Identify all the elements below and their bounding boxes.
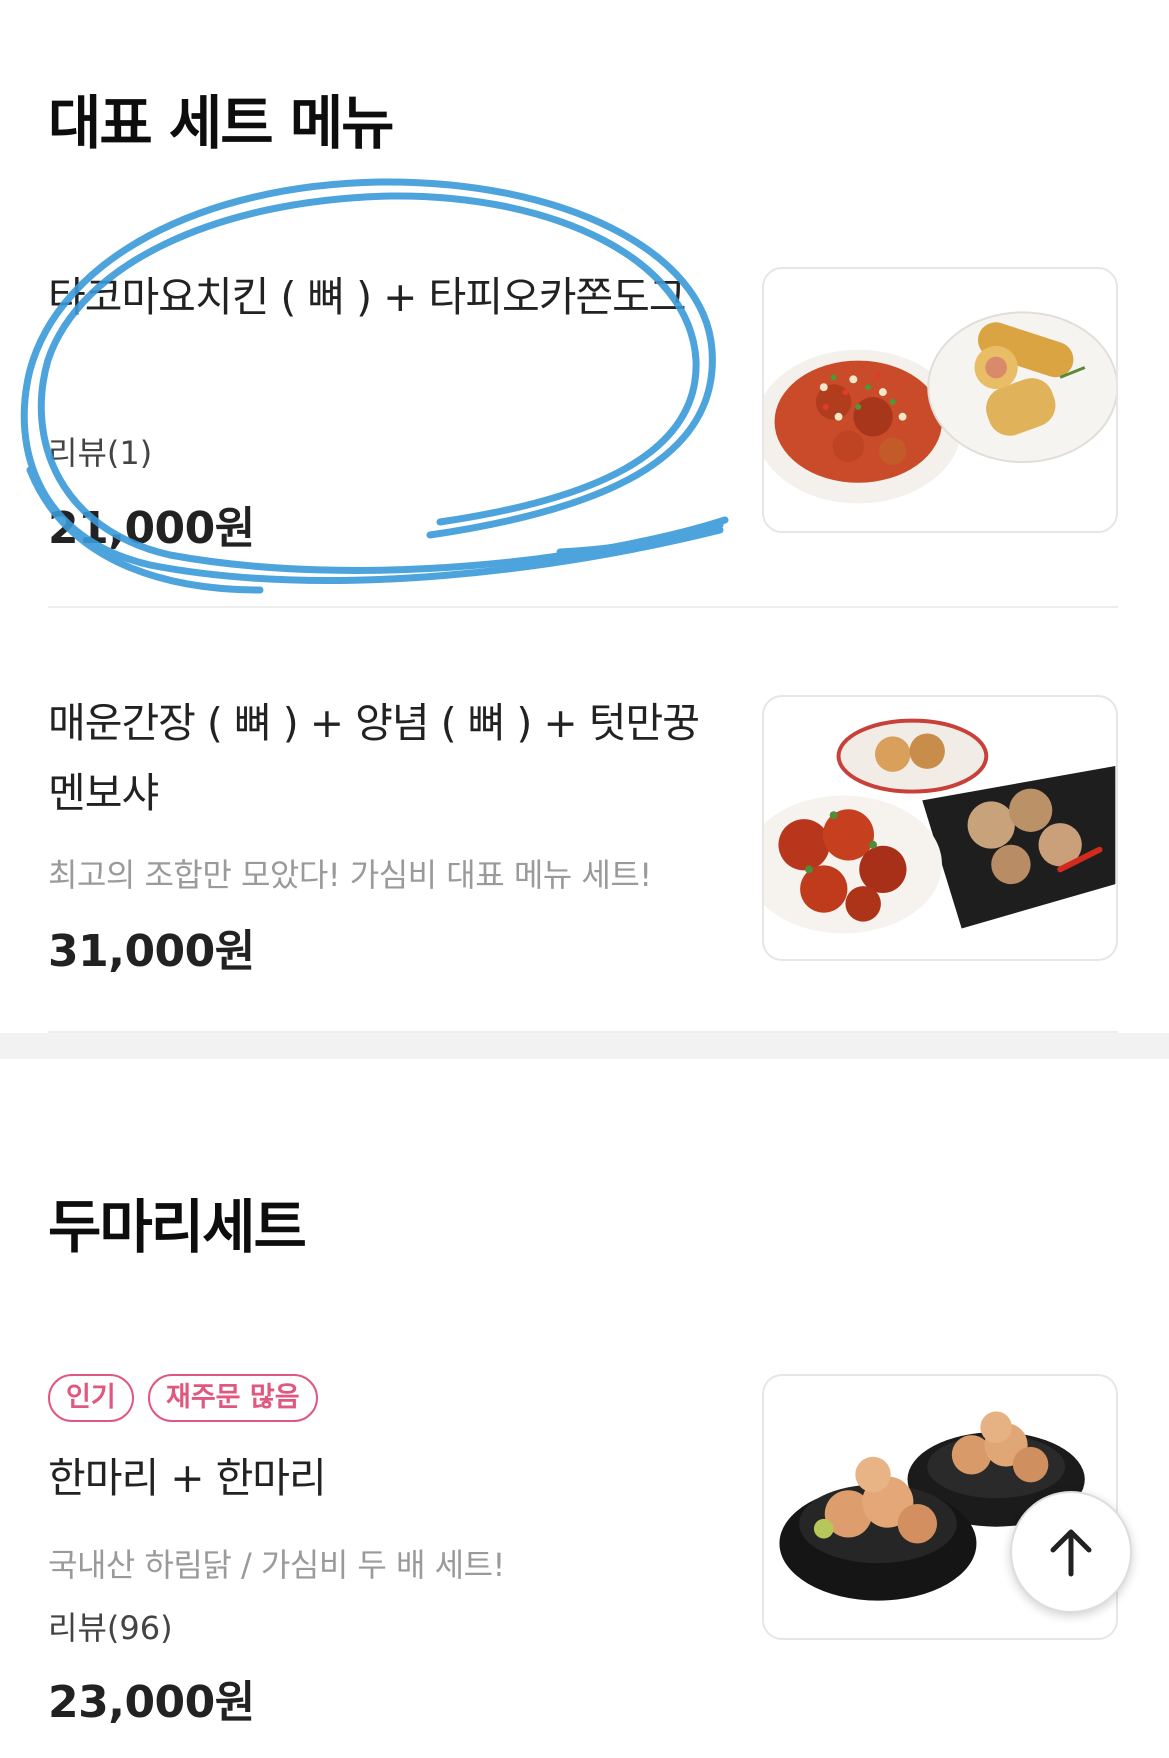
menu-item-price: 31,000원: [48, 926, 255, 977]
scroll-to-top-button[interactable]: [1010, 1491, 1132, 1613]
badge-reorder: 재주문 많음: [148, 1374, 318, 1422]
badge-popular: 인기: [48, 1374, 134, 1422]
menu-item-description: 국내산 하림닭 / 가심비 두 배 세트!: [48, 1546, 505, 1584]
section-separator-band: [0, 1033, 1169, 1059]
menu-item-review: 리뷰(1): [48, 434, 153, 472]
menu-item-price: 23,000원: [48, 1677, 255, 1728]
menu-item-image: [762, 695, 1118, 961]
food-photo-spicy-soy-chicken: [764, 718, 1116, 934]
menu-item-review: 리뷰(96): [48, 1609, 173, 1647]
section-title-signature-sets: 대표 세트 메뉴: [48, 89, 395, 157]
item-divider: [48, 606, 1118, 608]
menu-item-name: 한마리 + 한마리: [48, 1454, 327, 1502]
menu-item-name: 매운간장 ( 뼈 ) + 양념 ( 뼈 ) + 텃만꿍멘보샤: [48, 699, 700, 817]
section-title-two-chicken-sets: 두마리세트: [48, 1193, 307, 1261]
menu-item-description: 최고의 조합만 모았다! 가심비 대표 메뉴 세트!: [48, 856, 652, 894]
menu-item-price: 21,000원: [48, 503, 255, 554]
menu-item-image: [762, 267, 1118, 533]
menu-item-name: 타코마요치킨 ( 뼈 ) + 타피오카쫀도그: [48, 273, 687, 321]
arrow-up-icon: [1050, 1529, 1092, 1577]
food-photo-taco-chicken: [764, 311, 1116, 504]
